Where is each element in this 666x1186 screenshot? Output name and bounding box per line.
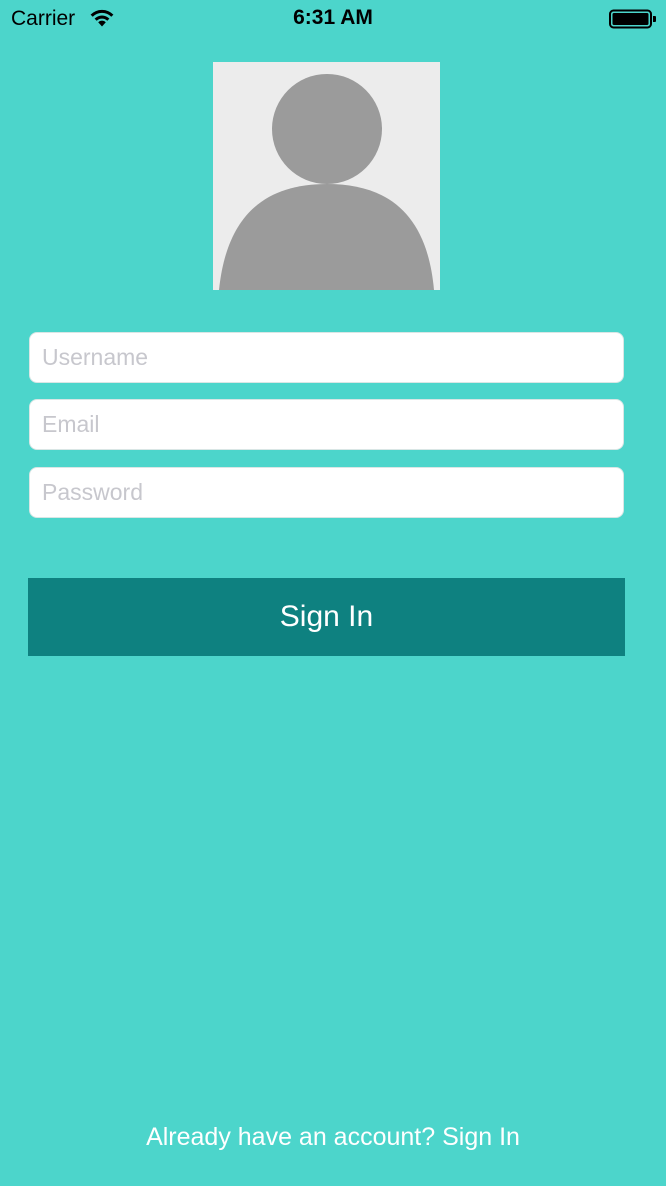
status-bar: Carrier 6:31 AM (0, 0, 666, 40)
status-time: 6:31 AM (293, 6, 373, 29)
username-field[interactable] (29, 332, 624, 383)
password-field[interactable] (29, 467, 624, 518)
user-placeholder-icon (219, 74, 434, 290)
sign-in-button[interactable]: Sign In (28, 578, 625, 656)
battery-icon (609, 9, 657, 29)
already-have-account-link[interactable]: Already have an account? Sign In (0, 1121, 666, 1153)
email-field[interactable] (29, 399, 624, 450)
avatar[interactable] (213, 62, 440, 290)
